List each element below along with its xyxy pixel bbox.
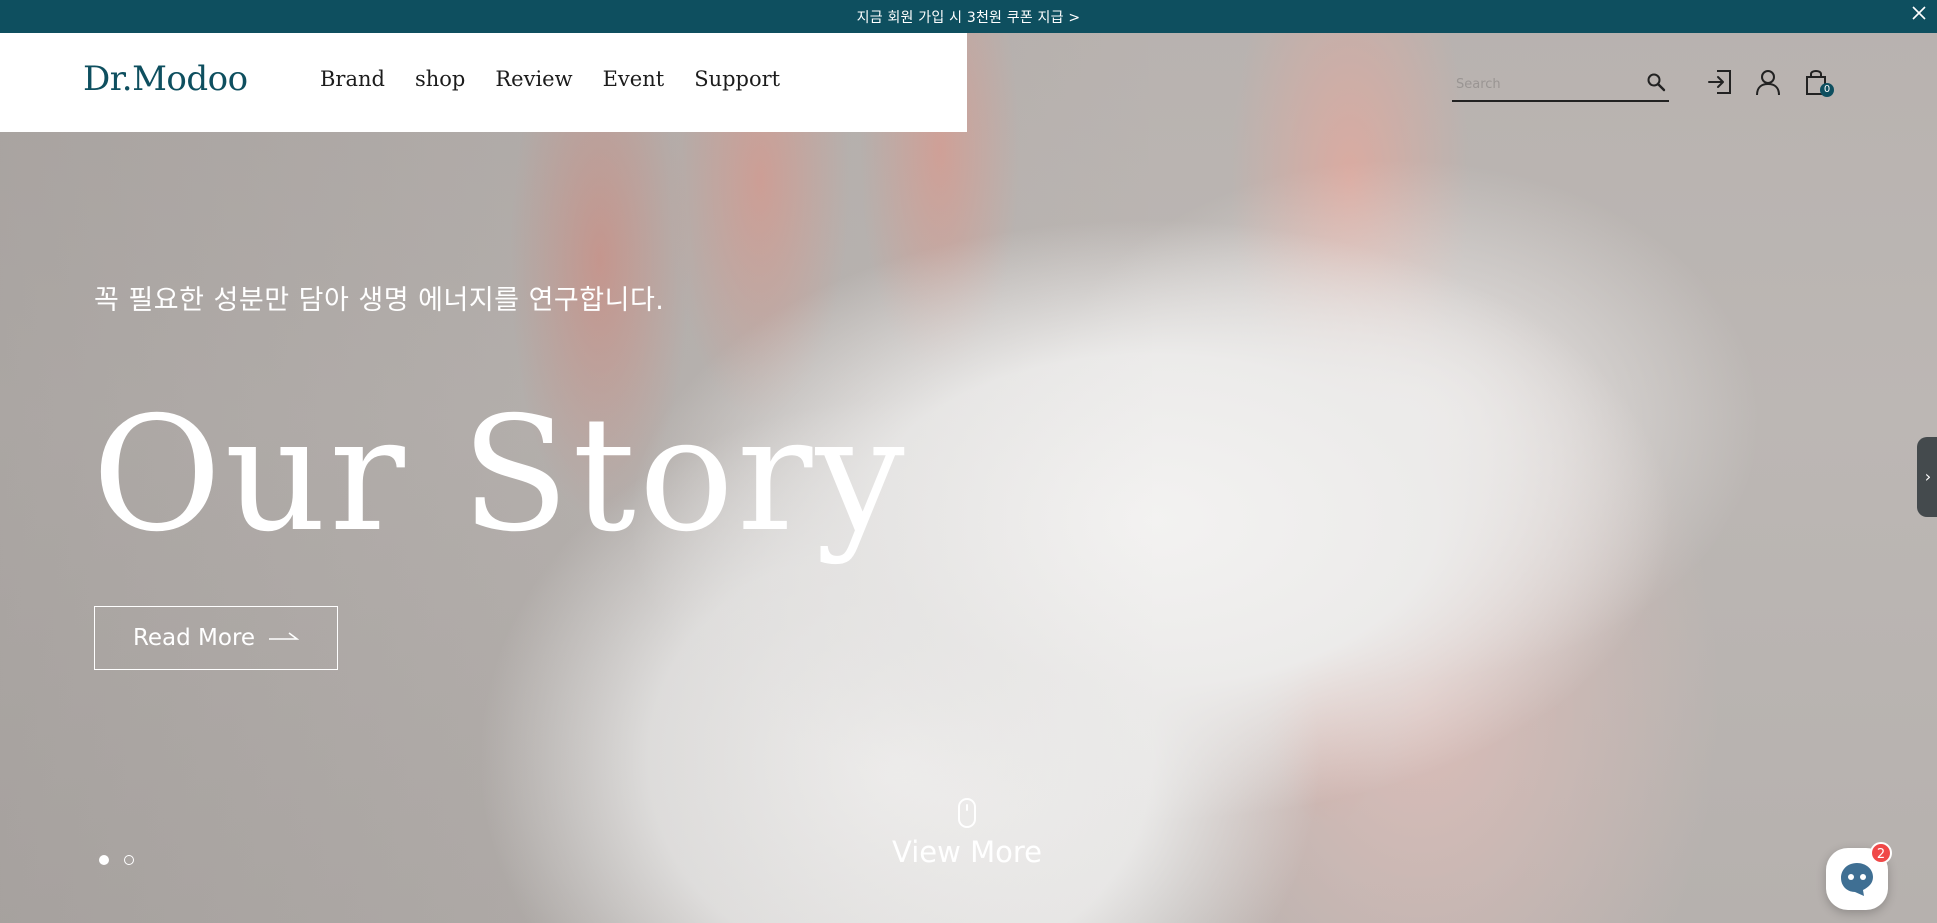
- arrow-right-icon: [269, 629, 300, 648]
- close-icon[interactable]: [1909, 3, 1929, 23]
- header-nav-panel: Dr.Modoo Brand shop Review Event Support: [0, 33, 967, 132]
- nav-item-event[interactable]: Event: [603, 67, 665, 91]
- shopping-bag-icon[interactable]: 0: [1801, 66, 1834, 98]
- nav-item-review[interactable]: Review: [495, 67, 572, 91]
- read-more-label: Read More: [132, 625, 256, 651]
- user-icon[interactable]: [1752, 66, 1784, 98]
- nav-item-brand[interactable]: Brand: [320, 67, 385, 91]
- mouse-scroll-icon: [880, 797, 1054, 829]
- view-more-button[interactable]: View More: [880, 797, 1054, 869]
- slider-pagination: [99, 855, 134, 865]
- page: 지금 회원 가입 시 3천원 쿠폰 지급 > Dr.Modoo Brand sh…: [0, 0, 1937, 923]
- search-input[interactable]: [1454, 72, 1638, 96]
- slide-dot-2[interactable]: [124, 855, 134, 865]
- chat-notification-badge: 2: [1870, 842, 1892, 864]
- login-icon[interactable]: [1704, 66, 1736, 98]
- search-icon[interactable]: [1645, 71, 1667, 93]
- brand-logo[interactable]: Dr.Modoo: [83, 59, 248, 99]
- promo-text[interactable]: 지금 회원 가입 시 3천원 쿠폰 지급 >: [857, 7, 1081, 27]
- side-panel-toggle[interactable]: ›: [1917, 437, 1937, 517]
- view-more-label: View More: [892, 835, 1042, 869]
- hero-title: Our Story: [92, 383, 908, 567]
- chat-button[interactable]: 2: [1826, 842, 1892, 910]
- promo-banner[interactable]: 지금 회원 가입 시 3천원 쿠폰 지급 >: [0, 0, 1937, 33]
- cart-count-badge: 0: [1820, 83, 1834, 97]
- main-nav: Brand shop Review Event Support: [320, 67, 810, 91]
- slide-dot-1[interactable]: [99, 855, 109, 865]
- chevron-right-icon: ›: [1924, 467, 1932, 486]
- nav-item-support[interactable]: Support: [694, 67, 780, 91]
- nav-item-shop[interactable]: shop: [415, 67, 465, 91]
- hero-subtitle: 꼭 필요한 성분만 담아 생명 에너지를 연구합니다.: [94, 285, 665, 316]
- read-more-button[interactable]: Read More: [94, 606, 338, 670]
- search-bar: [1452, 66, 1669, 102]
